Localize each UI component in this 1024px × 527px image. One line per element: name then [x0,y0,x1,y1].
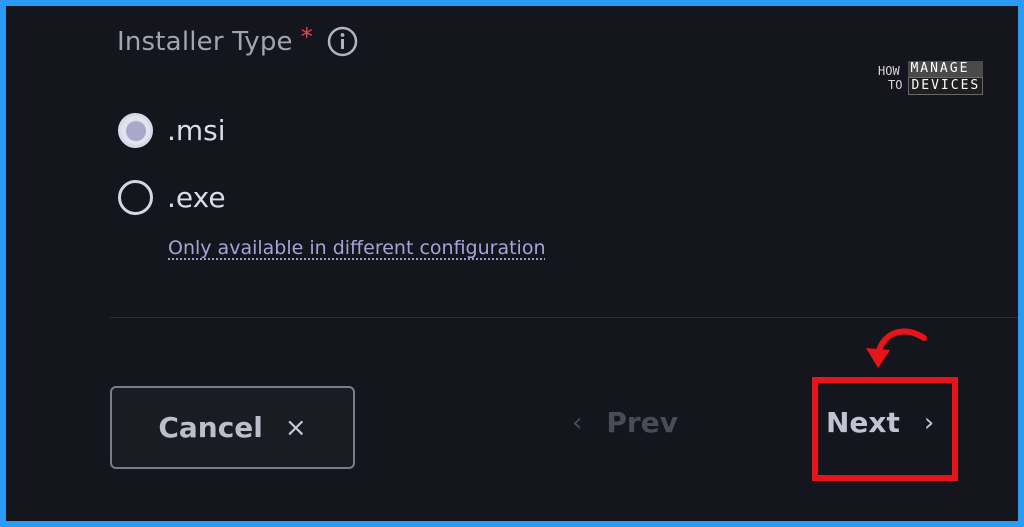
close-icon: × [284,412,307,443]
radio-label-exe: .exe [167,181,226,214]
cancel-button-label: Cancel [158,411,263,444]
footer-divider [110,317,1018,318]
chevron-left-icon: ‹ [572,407,583,438]
logo-text-devices: DEVICES [908,77,984,95]
logo-text-how: HOW [878,64,900,78]
configuration-help-link[interactable]: Only available in different configuratio… [168,237,546,259]
required-marker: * [300,22,313,51]
curved-arrow-icon [866,328,927,368]
watermark-logo: HOW TO MANAGE DEVICES [878,58,990,98]
next-highlight-box [812,377,958,481]
radio-label-msi: .msi [167,114,226,147]
radio-button-exe[interactable] [118,180,153,215]
prev-button-label: Prev [606,406,678,439]
info-icon[interactable] [327,26,358,57]
logo-text-to: TO [888,78,903,92]
field-label-text: Installer Type [117,26,293,57]
radio-button-msi[interactable] [118,113,153,148]
installer-type-label: Installer Type * [117,22,358,57]
radio-option-msi[interactable]: .msi [118,113,226,148]
cancel-button[interactable]: Cancel × [110,386,355,469]
prev-button[interactable]: ‹ Prev [572,406,678,439]
dialog-panel: Installer Type * .msi .exe Only availabl… [6,6,1018,521]
logo-text-manage: MANAGE [908,61,984,77]
radio-option-exe[interactable]: .exe [118,180,226,215]
